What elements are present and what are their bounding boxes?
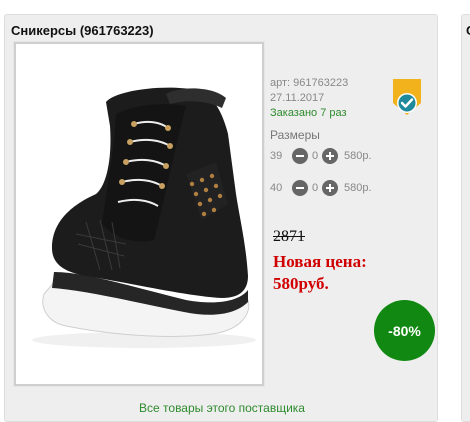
minus-button[interactable]: [292, 180, 308, 196]
size-quantity: 0: [311, 150, 319, 162]
product-date: 27.11.2017: [270, 92, 325, 104]
size-number: 40: [270, 182, 283, 194]
size-price: 580р.: [344, 182, 372, 194]
verified-badge-icon: [393, 79, 421, 115]
old-price: 2871: [273, 228, 305, 245]
size-quantity: 0: [311, 182, 319, 194]
product-title: Сникерсы (961763223): [11, 23, 154, 38]
sneaker-photo: [16, 44, 262, 384]
discount-badge: -80%: [374, 300, 435, 361]
sizes-label: Размеры: [270, 128, 320, 142]
supplier-products-link[interactable]: Все товары этого поставщика: [5, 401, 439, 415]
size-number: 39: [270, 150, 283, 162]
size-price: 580р.: [344, 150, 372, 162]
next-product-card: С: [461, 14, 470, 422]
size-row: 40 0 580р.: [270, 179, 372, 197]
size-row: 39 0 580р.: [270, 147, 372, 165]
next-product-title: С: [466, 23, 470, 38]
article-number: арт: 961763223: [270, 77, 349, 89]
ordered-count: Заказано 7 раз: [270, 107, 347, 119]
plus-button[interactable]: [322, 148, 338, 164]
new-price: Новая цена: 580руб.: [273, 252, 367, 293]
minus-button[interactable]: [292, 148, 308, 164]
product-photo[interactable]: [14, 42, 264, 386]
product-card: Сникерсы (961763223) арт: 961763223 27.1…: [4, 14, 438, 422]
plus-button[interactable]: [322, 180, 338, 196]
